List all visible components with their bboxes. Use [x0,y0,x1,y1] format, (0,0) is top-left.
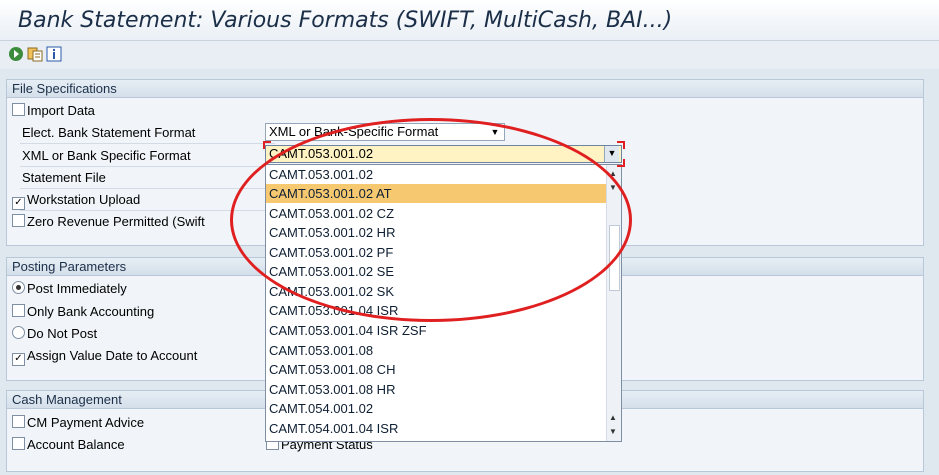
dropdown-option[interactable]: CAMT.053.001.02 CZ [266,204,607,223]
account-balance-checkbox[interactable] [12,437,25,450]
xml-format-value: CAMT.053.001.02 [269,146,374,161]
xml-format-input[interactable]: CAMT.053.001.02 ▼ [265,145,622,163]
annotation-corner [617,141,625,149]
do-not-post-radio[interactable] [12,326,25,339]
workstation-upload-label: Workstation Upload [27,192,141,207]
cm-payment-advice-row[interactable]: CM Payment Advice [12,413,144,433]
page-title: Bank Statement: Various Formats (SWIFT, … [18,8,673,33]
assign-value-date-checkbox[interactable]: ✓ [12,353,25,366]
divider [20,210,275,211]
scrollbar-thumb[interactable] [609,225,620,291]
assign-value-date-label: Assign Value Date to Account [27,348,198,363]
format-label: Elect. Bank Statement Format [22,125,196,140]
dropdown-option[interactable]: CAMT.053.001.02 [266,165,607,184]
format-value: XML or Bank-Specific Format [269,124,439,139]
chevron-down-icon[interactable]: ▼ [488,125,502,139]
dropdown-option[interactable]: CAMT.053.001.02 PF [266,243,607,262]
cm-payment-advice-label: CM Payment Advice [27,415,145,430]
workstation-upload-row[interactable]: ✓ Workstation Upload [12,190,140,210]
format-dropdown-list[interactable]: CAMT.053.001.02 CAMT.053.001.02 AT CAMT.… [265,164,622,442]
dropdown-option[interactable]: CAMT.053.001.08 [266,341,607,360]
dropdown-option[interactable]: CAMT.053.001.08 CH [266,360,607,379]
zero-revenue-checkbox[interactable] [12,214,25,227]
cm-payment-advice-checkbox[interactable] [12,415,25,428]
import-data-checkbox[interactable] [12,103,25,116]
post-immediately-row[interactable]: Post Immediately [12,279,127,299]
only-bank-accounting-label: Only Bank Accounting [27,304,155,319]
annotation-corner [263,141,271,149]
account-balance-label: Account Balance [27,437,125,452]
section-header: File Specifications [7,80,923,98]
scroll-down-icon[interactable]: ▼ [609,427,617,436]
divider [20,143,275,144]
scroll-up-icon[interactable]: ▲ [609,413,617,422]
dropdown-option[interactable]: CAMT.053.001.02 SK [266,282,607,301]
xml-format-label: XML or Bank Specific Format [22,148,191,163]
info-icon[interactable] [46,46,62,62]
do-not-post-row[interactable]: Do Not Post [12,324,97,344]
zero-revenue-row[interactable]: Zero Revenue Permitted (Swift [12,212,205,232]
post-immediately-radio[interactable] [12,281,25,294]
account-balance-row[interactable]: Account Balance [12,435,125,455]
only-bank-accounting-row[interactable]: Only Bank Accounting [12,302,154,322]
statement-file-label: Statement File [22,170,106,185]
annotation-corner [617,159,625,167]
scroll-down-icon[interactable]: ▼ [609,183,617,192]
dropdown-option[interactable]: CAMT.054.001.04 ISR [266,419,607,438]
dropdown-option[interactable]: CAMT.054.001.02 [266,399,607,418]
divider [20,188,275,189]
post-immediately-label: Post Immediately [27,281,127,296]
import-data-label: Import Data [27,103,95,118]
scroll-up-icon[interactable]: ▲ [609,169,617,178]
assign-value-date-row[interactable]: ✓ Assign Value Date to Account [12,346,197,366]
execute-icon[interactable] [8,46,24,62]
dropdown-option[interactable]: CAMT.053.001.08 HR [266,380,607,399]
variant-icon[interactable] [27,46,43,62]
dropdown-option[interactable]: CAMT.053.001.02 SE [266,262,607,281]
dropdown-option[interactable]: CAMT.053.001.04 ISR ZSF [266,321,607,340]
workstation-upload-checkbox[interactable]: ✓ [12,197,25,210]
title-bar: Bank Statement: Various Formats (SWIFT, … [0,0,939,41]
zero-revenue-label: Zero Revenue Permitted (Swift [27,214,205,229]
divider [20,166,275,167]
only-bank-accounting-checkbox[interactable] [12,304,25,317]
do-not-post-label: Do Not Post [27,326,98,341]
dropdown-option-selected[interactable]: CAMT.053.001.02 AT [266,184,607,203]
dropdown-option[interactable]: CAMT.053.001.02 HR [266,223,607,242]
dropdown-option[interactable]: CAMT.053.001.04 ISR [266,301,607,320]
bank-statement-format-select[interactable]: XML or Bank-Specific Format ▼ [265,123,505,141]
import-data-row[interactable]: Import Data [12,101,95,121]
dropdown-scrollbar[interactable]: ▲ ▼ ▲ ▼ [606,165,621,441]
application-toolbar [0,41,939,69]
